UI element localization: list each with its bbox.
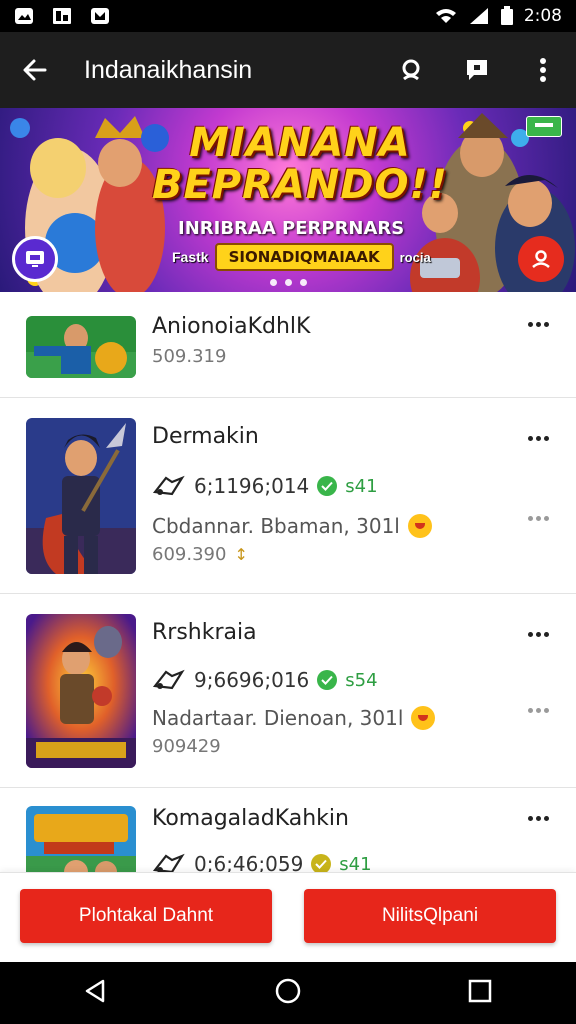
item-value-text: 509.319 xyxy=(152,346,227,367)
check-icon xyxy=(317,476,338,496)
item-more-button[interactable] xyxy=(526,312,550,336)
item-thumbnail xyxy=(26,614,136,768)
item-thumbnail xyxy=(26,418,136,574)
banner-headline-line2: BEPRANDO!! xyxy=(151,162,449,208)
item-title: Rrshkraia xyxy=(152,620,257,645)
item-meta: Cbdannar. Bbaman, 301l xyxy=(152,514,400,538)
banner-strip-prefix: Fastk xyxy=(172,249,209,265)
square-recents-icon xyxy=(469,979,492,1002)
item-value-row: 909429 xyxy=(152,736,221,757)
banner-headline: MIANANA BEPRANDO!! xyxy=(150,122,450,206)
item-stat: 9;6696;016 xyxy=(194,668,310,692)
list-item[interactable]: AnionoiaKdhlK 509.319 xyxy=(0,292,576,398)
search-icon xyxy=(402,59,420,81)
item-meta-row: Nadartaar. Dienoan, 301l xyxy=(152,706,436,730)
search-button[interactable] xyxy=(378,32,444,108)
circle-home-icon xyxy=(275,978,301,1003)
gallery-icon xyxy=(53,8,71,24)
controller-icon xyxy=(152,669,185,690)
item-meta-row: Cbdannar. Bbaman, 301l xyxy=(152,514,432,538)
item-title: KomagaladKahkin xyxy=(152,806,349,831)
list-item[interactable]: Rrshkraia 9;6696;016 s54 Nadartaar. Dien… xyxy=(0,594,576,788)
list-item[interactable]: KomagaladKahkin 0;6;46;059 s41 xyxy=(0,788,576,878)
nav-recents-button[interactable] xyxy=(467,978,493,1009)
pager-dot[interactable] xyxy=(269,279,277,286)
pager-dot[interactable] xyxy=(299,279,307,286)
item-title: Dermakin xyxy=(152,424,259,449)
battery-icon xyxy=(500,6,513,25)
game-art-image xyxy=(26,316,136,378)
game-art-image xyxy=(26,418,136,574)
game-art-image xyxy=(26,806,136,878)
item-secondary-more-button[interactable] xyxy=(526,506,550,530)
more-options-button[interactable] xyxy=(510,32,576,108)
banner-subtitle: INRIBRAA PERPRNARS xyxy=(178,218,405,239)
item-stat-row: 6;1196;014 s41 xyxy=(152,474,378,498)
controller-icon xyxy=(152,475,185,496)
nav-back-button[interactable] xyxy=(83,978,109,1009)
banner-corner-badge xyxy=(526,116,562,137)
item-meta: Nadartaar. Dienoan, 301l xyxy=(152,706,404,730)
check-icon xyxy=(317,670,338,690)
tv-icon xyxy=(26,251,44,267)
banner-pager xyxy=(0,279,576,286)
item-value-row: 609.390 ↕ xyxy=(152,544,248,565)
item-badge-text: s41 xyxy=(345,475,378,497)
game-art-image xyxy=(26,614,136,768)
page-title: Indanaikhansin xyxy=(84,55,253,84)
emoji-icon xyxy=(411,706,436,730)
more-vert-icon xyxy=(540,58,546,82)
item-more-button[interactable] xyxy=(526,426,550,450)
secondary-action-button[interactable]: NilitsQlpani xyxy=(304,889,556,943)
status-time: 2:08 xyxy=(523,6,562,26)
item-badge-text: s54 xyxy=(345,669,378,691)
system-nav-bar xyxy=(0,962,576,1024)
item-stat: 6;1196;014 xyxy=(194,474,310,498)
profile-fab[interactable] xyxy=(518,236,564,282)
video-icon xyxy=(91,8,109,24)
item-more-button[interactable] xyxy=(526,806,550,830)
arrow-back-icon xyxy=(23,59,47,81)
banner-strip: Fastk SIONADIQMAIAAK rocia xyxy=(172,243,431,271)
banner-strip-suffix: rocia xyxy=(399,249,431,265)
nav-home-button[interactable] xyxy=(274,977,302,1010)
status-bar: 2:08 xyxy=(0,0,576,32)
tag-icon xyxy=(532,120,556,130)
image-icon xyxy=(15,8,33,24)
item-value-text: 909429 xyxy=(152,736,221,757)
item-thumbnail xyxy=(26,316,136,378)
item-title: AnionoiaKdhlK xyxy=(152,314,311,339)
check-icon xyxy=(311,854,332,874)
game-list: AnionoiaKdhlK 509.319 Dermakin 6;1196;01… xyxy=(0,292,576,878)
promo-banner[interactable]: MIANANA BEPRANDO!! INRIBRAA PERPRNARS Fa… xyxy=(0,108,576,292)
user-icon xyxy=(532,250,550,268)
signal-icon xyxy=(469,8,488,24)
emoji-icon xyxy=(407,514,432,538)
banner-headline-line1: MIANANA xyxy=(189,120,411,166)
triangle-back-icon xyxy=(85,979,104,1002)
back-button[interactable] xyxy=(0,32,70,108)
chat-button[interactable] xyxy=(444,32,510,108)
banner-strip-pill: SIONADIQMAIAAK xyxy=(214,243,394,271)
wifi-icon xyxy=(435,9,456,23)
sort-icon: ↕ xyxy=(234,545,248,564)
item-value-text: 609.390 xyxy=(152,544,227,565)
bottom-action-bar: Plohtakal Dahnt NilitsQlpani xyxy=(0,872,576,962)
item-more-button[interactable] xyxy=(526,622,550,646)
list-item[interactable]: Dermakin 6;1196;014 s41 Cbdannar. Bbaman… xyxy=(0,398,576,594)
chat-icon xyxy=(467,60,487,80)
item-value: 509.319 xyxy=(152,346,226,367)
item-stat-row: 9;6696;016 s54 xyxy=(152,668,378,692)
item-secondary-more-button[interactable] xyxy=(526,698,550,722)
live-button[interactable] xyxy=(12,236,58,282)
item-thumbnail xyxy=(26,806,136,878)
app-bar: Indanaikhansin xyxy=(0,32,576,108)
pager-dot[interactable] xyxy=(284,279,292,286)
primary-action-button[interactable]: Plohtakal Dahnt xyxy=(20,889,272,943)
